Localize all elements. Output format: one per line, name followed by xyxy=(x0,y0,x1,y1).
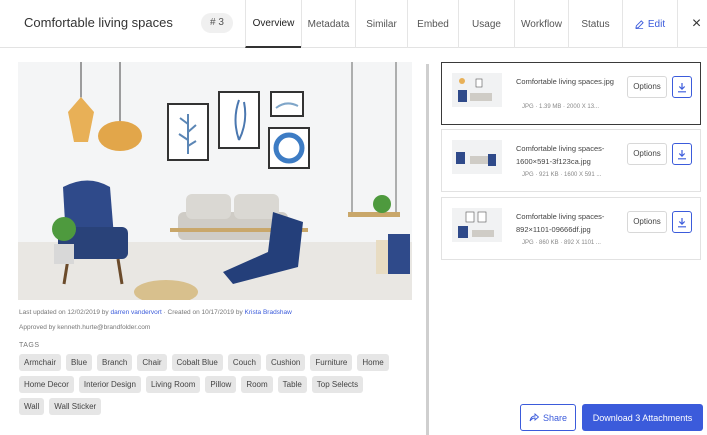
download-icon xyxy=(678,82,686,92)
attachment-thumbnail xyxy=(452,140,502,174)
tag[interactable]: Couch xyxy=(227,354,261,371)
tag[interactable]: Room xyxy=(241,376,273,393)
tag[interactable]: Cushion xyxy=(266,354,306,371)
tag[interactable]: Armchair xyxy=(19,354,62,371)
living-room-illustration xyxy=(18,62,412,300)
update-info: Last updated on 12/02/2019 by darren van… xyxy=(19,309,292,316)
updated-prefix: Last updated on 12/02/2019 by xyxy=(19,309,109,316)
attachment-meta: JPG · 1.39 MB · 2000 X 13... xyxy=(522,104,600,110)
panel-resize-handle[interactable] xyxy=(426,64,429,435)
updated-by-link[interactable]: darren vandervort xyxy=(110,309,161,316)
attachment-count-badge: # 3 xyxy=(201,13,233,33)
approved-info: Approved by kenneth.hurte@brandfolder.co… xyxy=(19,324,151,331)
share-label: Share xyxy=(542,412,568,423)
tags-label: TAGS xyxy=(19,342,40,349)
tag[interactable]: Pillow xyxy=(205,376,237,393)
options-button[interactable]: Options xyxy=(627,76,667,98)
attachment-thumbnail xyxy=(452,208,502,242)
download-all-button[interactable]: Download 3 Attachments xyxy=(582,404,703,431)
dialog-header: Comfortable living spaces # 3 Overview M… xyxy=(0,0,707,48)
tag[interactable]: Living Room xyxy=(145,376,201,393)
attachment-meta: JPG · 860 KB · 892 X 1101 ... xyxy=(522,240,601,246)
tag-list: Armchair Blue Branch Chair Cobalt Blue C… xyxy=(19,354,389,415)
tab-workflow[interactable]: Workflow xyxy=(514,0,568,48)
attachment-card[interactable]: Comfortable living spaces.jpg JPG · 1.39… xyxy=(441,62,701,125)
share-button[interactable]: Share xyxy=(520,404,576,431)
tab-status[interactable]: Status xyxy=(568,0,622,48)
attachment-thumbnail xyxy=(452,73,502,107)
pencil-icon xyxy=(635,19,644,29)
tab-overview[interactable]: Overview xyxy=(245,0,301,48)
thumbnail-image xyxy=(452,73,502,107)
share-icon xyxy=(529,413,539,422)
tag[interactable]: Interior Design xyxy=(78,376,141,393)
edit-button[interactable]: Edit xyxy=(622,0,677,48)
attachment-filename: Comfortable living spaces.jpg xyxy=(516,77,614,86)
tag[interactable]: Branch xyxy=(97,354,133,371)
pendant-lamp-2 xyxy=(98,121,142,151)
tag[interactable]: Top Selects xyxy=(311,376,364,393)
tag[interactable]: Chair xyxy=(137,354,167,371)
thumbnail-image xyxy=(452,140,502,174)
edit-label: Edit xyxy=(647,18,666,30)
download-icon xyxy=(678,149,686,159)
attachment-card[interactable]: Comfortable living spaces-1600×591-3f123… xyxy=(441,129,701,192)
attachment-card[interactable]: Comfortable living spaces-892×1101-09666… xyxy=(441,197,701,260)
download-button[interactable] xyxy=(672,143,692,165)
asset-title: Comfortable living spaces xyxy=(24,15,173,30)
download-button[interactable] xyxy=(672,211,692,233)
tag[interactable]: Home xyxy=(357,354,389,371)
thumbnail-image xyxy=(452,208,502,242)
tag[interactable]: Cobalt Blue xyxy=(171,354,223,371)
side-table xyxy=(54,244,74,264)
attachment-filename: Comfortable living spaces-1600×591-3f123… xyxy=(516,144,605,166)
attachment-filename: Comfortable living spaces-892×1101-09666… xyxy=(516,212,605,234)
tag[interactable]: Home Decor xyxy=(19,376,74,393)
tag[interactable]: Table xyxy=(277,376,307,393)
download-icon xyxy=(678,217,686,227)
tag[interactable]: Wall Sticker xyxy=(49,398,102,415)
tab-usage[interactable]: Usage xyxy=(458,0,514,48)
attachment-meta: JPG · 921 KB · 1600 X 591 ... xyxy=(522,172,602,178)
created-by-link[interactable]: Krista Bradshaw xyxy=(245,309,292,316)
download-button[interactable] xyxy=(672,76,692,98)
tab-embed[interactable]: Embed xyxy=(407,0,458,48)
options-button[interactable]: Options xyxy=(627,143,667,165)
tab-bar: Overview Metadata Similar Embed Usage Wo… xyxy=(245,0,707,48)
close-button[interactable]: × xyxy=(677,0,707,48)
tag[interactable]: Furniture xyxy=(310,354,353,371)
tag[interactable]: Wall xyxy=(19,398,45,415)
asset-preview-image[interactable] xyxy=(18,62,412,300)
close-icon: × xyxy=(691,15,702,32)
options-button[interactable]: Options xyxy=(627,211,667,233)
tag[interactable]: Blue xyxy=(66,354,93,371)
tab-metadata[interactable]: Metadata xyxy=(301,0,355,48)
created-prefix: · Created on 10/17/2019 by xyxy=(163,309,243,316)
tab-similar[interactable]: Similar xyxy=(355,0,407,48)
